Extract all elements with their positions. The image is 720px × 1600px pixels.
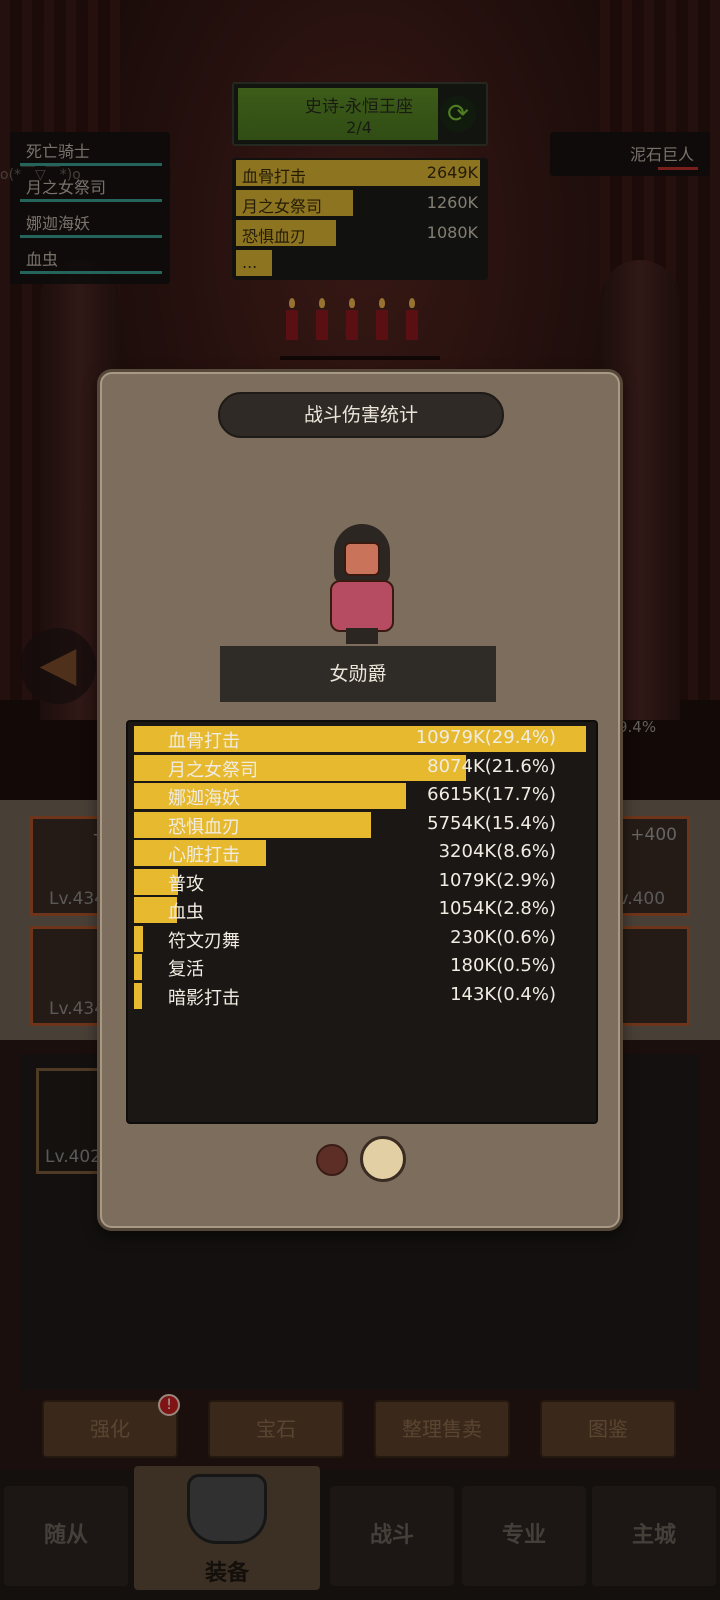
modal-title-bar: 战斗伤害统计: [218, 392, 504, 438]
damage-stat-row: 心脏打击 3204K(8.6%): [134, 840, 590, 866]
skill-name: 普攻: [168, 873, 204, 895]
damage-bar: [134, 925, 144, 952]
damage-stats-modal: 战斗伤害统计 女勋爵 血骨打击 10979K(29.4%) 月之女祭司 8074K(…: [100, 372, 620, 1228]
hero-name: 女勋爵: [329, 663, 387, 685]
damage-stat-row: 娜迦海妖 6615K(17.7%): [134, 783, 590, 809]
damage-stats-list[interactable]: 血骨打击 10979K(29.4%) 月之女祭司 8074K(21.6%) 娜迦海妖…: [126, 720, 598, 1124]
skill-name: 月之女祭司: [168, 759, 258, 781]
page-dot-1[interactable]: [316, 1144, 348, 1176]
damage-value: 1079K(2.9%): [438, 869, 556, 891]
damage-value: 5754K(15.4%): [427, 812, 556, 834]
skill-name: 血骨打击: [168, 731, 240, 752]
damage-value: 180K(0.5%): [450, 955, 556, 976]
damage-stat-row: 符文刃舞 230K(0.6%): [134, 925, 590, 952]
damage-stat-row: 恐惧血刃 5754K(15.4%): [134, 811, 590, 838]
skill-name: 恐惧血刃: [168, 816, 240, 838]
page-indicator: [102, 1134, 622, 1182]
damage-stat-row: 暗影打击 143K(0.4%): [134, 982, 590, 1009]
damage-value: 230K(0.6%): [450, 926, 556, 948]
modal-title: 战斗伤害统计: [303, 404, 418, 426]
hero-name-plate: 女勋爵: [220, 646, 496, 702]
damage-stat-row: 血虫 1054K(2.8%): [134, 897, 590, 923]
skill-name: 心脏打击: [168, 845, 240, 866]
damage-value: 143K(0.4%): [450, 983, 556, 1005]
damage-value: 8074K(21.6%): [427, 755, 556, 777]
damage-stat-row: 月之女祭司 8074K(21.6%): [134, 754, 590, 781]
skill-name: 娜迦海妖: [168, 788, 240, 809]
skill-name: 暗影打击: [168, 987, 240, 1009]
skill-name: 血虫: [168, 902, 204, 923]
damage-value: 6615K(17.7%): [427, 784, 556, 805]
page-dot-2-active[interactable]: [360, 1136, 406, 1182]
hero-portrait: [324, 524, 400, 644]
damage-stat-row: 普攻 1079K(2.9%): [134, 868, 590, 895]
damage-stat-row: 复活 180K(0.5%): [134, 954, 590, 980]
damage-value: 10979K(29.4%): [415, 727, 556, 748]
damage-bar: [134, 954, 142, 980]
skill-name: 复活: [168, 959, 204, 980]
damage-value: 1054K(2.8%): [438, 898, 556, 919]
damage-bar: [134, 982, 142, 1009]
damage-stat-row: 血骨打击 10979K(29.4%): [134, 726, 590, 752]
skill-name: 符文刃舞: [168, 930, 240, 952]
damage-value: 3204K(8.6%): [438, 841, 556, 862]
